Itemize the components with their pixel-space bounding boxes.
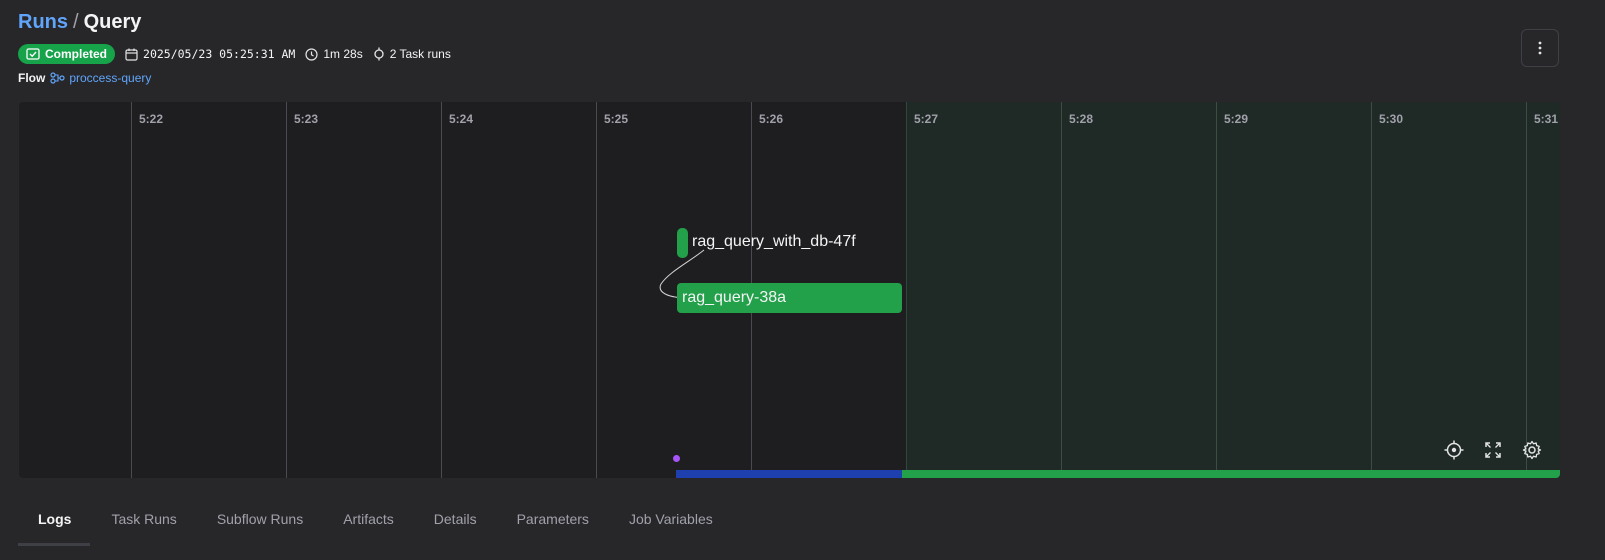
tab-subflow-runs[interactable]: Subflow Runs: [197, 500, 323, 537]
tick-label: 5:24: [449, 112, 474, 126]
more-options-button[interactable]: [1521, 29, 1559, 67]
tick-label: 5:31: [1534, 112, 1559, 126]
task-run-count: 2 Task runs: [373, 47, 451, 61]
grid-line: [1061, 102, 1062, 478]
grid-line: [1216, 102, 1217, 478]
active-tab-indicator: [18, 543, 90, 546]
calendar-icon: [125, 48, 138, 61]
tick-label: 5:27: [914, 112, 939, 126]
grid-line: [1371, 102, 1372, 478]
future-zone: [906, 102, 1560, 478]
event-marker[interactable]: [673, 455, 680, 462]
start-time-value: 2025/05/23 05:25:31 AM: [143, 47, 296, 61]
tab-bar: Logs Task Runs Subflow Runs Artifacts De…: [18, 500, 733, 547]
fullscreen-icon: [1485, 442, 1501, 458]
check-square-icon: [26, 48, 40, 60]
run-meta-row: Completed 2025/05/23 05:25:31 AM 1m 28s …: [18, 44, 451, 64]
tick-label: 5:26: [759, 112, 784, 126]
grid-line: [596, 102, 597, 478]
page-title: Query: [83, 11, 142, 33]
recenter-icon: [1444, 440, 1464, 460]
duration: 1m 28s: [305, 47, 363, 61]
tick-label: 5:22: [139, 112, 164, 126]
tab-parameters[interactable]: Parameters: [497, 500, 609, 537]
grid-line: [286, 102, 287, 478]
status-label: Completed: [45, 47, 108, 61]
state-bar-running: [676, 470, 902, 478]
flow-label: Flow: [18, 71, 46, 85]
state-bar-completed: [902, 470, 1560, 478]
clock-icon: [305, 47, 318, 61]
settings-button[interactable]: [1520, 438, 1544, 462]
fullscreen-button[interactable]: [1481, 438, 1505, 462]
settings-icon: [1522, 440, 1542, 460]
page-header: Runs / Query: [18, 8, 141, 36]
breadcrumb-runs-link[interactable]: Runs: [18, 11, 68, 33]
tab-job-variables[interactable]: Job Variables: [609, 500, 733, 537]
tick-label: 5:29: [1224, 112, 1249, 126]
grid-line: [441, 102, 442, 478]
tick-label: 5:30: [1379, 112, 1404, 126]
tab-artifacts[interactable]: Artifacts: [323, 500, 414, 537]
task-run-count-value: 2 Task runs: [389, 47, 451, 61]
more-vertical-icon: [1538, 41, 1542, 55]
duration-value: 1m 28s: [323, 47, 363, 61]
flow-link[interactable]: proccess-query: [50, 71, 151, 85]
task-node-rag-query[interactable]: rag_query-38a: [677, 283, 902, 313]
flow-name: proccess-query: [69, 71, 152, 85]
status-badge: Completed: [18, 44, 116, 64]
task-node-rag-query-with-db[interactable]: [677, 228, 688, 258]
grid-line: [1526, 102, 1527, 478]
task-node-label[interactable]: rag_query_with_db-47f: [692, 233, 856, 251]
breadcrumb: Runs / Query: [18, 8, 141, 36]
task-run-icon: [374, 47, 384, 61]
tab-details[interactable]: Details: [414, 500, 497, 537]
grid-line: [131, 102, 132, 478]
tab-logs[interactable]: Logs: [18, 500, 91, 537]
tick-label: 5:23: [294, 112, 319, 126]
breadcrumb-separator: /: [73, 11, 79, 33]
timeline-graph[interactable]: 5:22 5:23 5:24 5:25 5:26 5:27 5:28 5:29 …: [19, 102, 1560, 478]
flow-row: Flow proccess-query: [18, 71, 151, 85]
now-marker: [906, 102, 907, 478]
recenter-button[interactable]: [1442, 438, 1466, 462]
tick-label: 5:25: [604, 112, 629, 126]
start-time: 2025/05/23 05:25:31 AM: [125, 47, 295, 61]
tick-label: 5:28: [1069, 112, 1094, 126]
tab-task-runs[interactable]: Task Runs: [91, 500, 196, 537]
flow-icon: [50, 72, 65, 84]
